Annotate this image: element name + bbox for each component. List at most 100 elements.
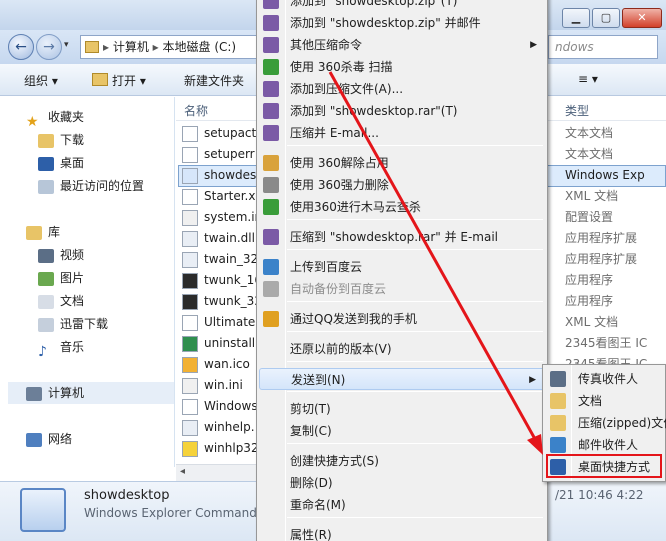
context-menu-item[interactable]: 剪切(T) bbox=[259, 398, 545, 420]
context-menu-item[interactable]: 复制(C) bbox=[259, 420, 545, 442]
column-name[interactable]: 名称 bbox=[184, 102, 208, 119]
scroll-left-icon[interactable]: ◂ bbox=[180, 466, 185, 477]
context-menu-item[interactable]: 压缩并 E-mail... bbox=[259, 122, 545, 144]
nav-favorites[interactable]: ★ 收藏夹 bbox=[26, 106, 84, 130]
context-menu-item[interactable]: 删除(D) bbox=[259, 472, 545, 494]
maximize-button[interactable]: ▢ bbox=[592, 8, 620, 28]
context-menu-item[interactable]: 添加到 "showdesktop.zip"(T) bbox=[259, 0, 545, 12]
menu-item-label: 添加到 "showdesktop.zip" 并邮件 bbox=[290, 16, 481, 30]
nav-desktop[interactable]: 桌面 bbox=[38, 152, 84, 174]
file-row[interactable]: win.ini bbox=[182, 375, 243, 396]
menu-separator bbox=[287, 361, 543, 362]
sendto-item-icon bbox=[550, 415, 566, 431]
sendto-item[interactable]: 压缩(zipped)文件 bbox=[545, 412, 666, 434]
sendto-item[interactable]: 传真收件人 bbox=[545, 368, 666, 390]
context-menu-item[interactable]: 发送到(N) ▶ bbox=[259, 368, 545, 390]
context-menu-item[interactable]: 添加到 "showdesktop.zip" 并邮件 bbox=[259, 12, 545, 34]
nav-thunder[interactable]: 迅雷下载 bbox=[38, 313, 108, 335]
menu-item-icon bbox=[263, 15, 279, 31]
file-row[interactable]: twunk_16 bbox=[182, 270, 262, 291]
sendto-item-label: 传真收件人 bbox=[578, 372, 639, 386]
context-menu-item[interactable]: 添加到 "showdesktop.rar"(T) bbox=[259, 100, 545, 122]
forward-button[interactable]: → bbox=[36, 34, 62, 60]
file-row[interactable]: showdes bbox=[182, 165, 256, 186]
libraries-icon bbox=[26, 225, 42, 240]
nav-label: 音乐 bbox=[60, 340, 85, 354]
file-row[interactable]: system.in bbox=[182, 207, 262, 228]
context-menu-item[interactable]: 还原以前的版本(V) bbox=[259, 338, 545, 360]
breadcrumb-drive[interactable]: 本地磁盘 (C:) bbox=[163, 40, 237, 54]
menu-item-icon bbox=[263, 177, 279, 193]
context-menu-item[interactable]: 压缩到 "showdesktop.rar" 并 E-mail bbox=[259, 226, 545, 248]
new-folder-button[interactable]: 新建文件夹 bbox=[184, 72, 244, 89]
address-bar[interactable]: ▸ 计算机 ▸ 本地磁盘 (C:) bbox=[80, 35, 270, 59]
pictures-icon bbox=[38, 271, 54, 286]
file-type: 应用程序 bbox=[565, 294, 614, 308]
nav-downloads[interactable]: 下载 bbox=[38, 129, 84, 151]
file-icon bbox=[182, 167, 198, 184]
nav-documents[interactable]: 文档 bbox=[38, 290, 84, 312]
recent-pages-icon[interactable]: ▾ bbox=[64, 40, 69, 50]
views-button[interactable]: ≡ ▾ bbox=[578, 72, 598, 86]
file-row[interactable]: uninstall. bbox=[182, 333, 259, 354]
organize-button[interactable]: 组织 ▾ bbox=[24, 72, 58, 89]
menu-separator bbox=[287, 301, 543, 302]
file-row[interactable]: Starter.x bbox=[182, 186, 255, 207]
open-button[interactable]: 打开 ▾ bbox=[112, 72, 146, 89]
menu-item-icon bbox=[263, 155, 279, 171]
context-menu-item[interactable]: 使用 360杀毒 扫描 bbox=[259, 56, 545, 78]
file-icon bbox=[182, 335, 198, 352]
nav-pictures[interactable]: 图片 bbox=[38, 267, 84, 289]
file-row[interactable]: setupact bbox=[182, 123, 256, 144]
file-row[interactable]: Windows bbox=[182, 396, 258, 417]
menu-item-icon bbox=[263, 281, 279, 297]
context-menu-item[interactable]: 添加到压缩文件(A)... bbox=[259, 78, 545, 100]
context-menu-item[interactable]: 重命名(M) bbox=[259, 494, 545, 516]
menu-item-label: 使用 360解除占用 bbox=[290, 156, 389, 170]
context-menu-item[interactable]: 属性(R) bbox=[259, 524, 545, 541]
nav-libraries[interactable]: 库 bbox=[26, 221, 60, 243]
menu-separator bbox=[287, 219, 543, 220]
file-row[interactable]: Ultimate bbox=[182, 312, 255, 333]
menu-item-label: 通过QQ发送到我的手机 bbox=[290, 312, 417, 326]
column-type[interactable]: 类型 bbox=[565, 102, 589, 119]
nav-music[interactable]: ♪ 音乐 bbox=[38, 336, 85, 360]
file-row[interactable]: twunk_32 bbox=[182, 291, 262, 312]
file-row[interactable]: twain_32 bbox=[182, 249, 258, 270]
nav-network[interactable]: 网络 bbox=[26, 428, 72, 450]
minimize-button[interactable]: ▁ bbox=[562, 8, 590, 28]
context-menu-item[interactable]: 使用 360强力删除 bbox=[259, 174, 545, 196]
menu-item-label: 压缩到 "showdesktop.rar" 并 E-mail bbox=[290, 230, 499, 244]
details-description: Windows Explorer Command bbox=[84, 506, 257, 520]
sendto-item-icon bbox=[550, 393, 566, 409]
submenu-arrow-icon: ▶ bbox=[530, 40, 537, 50]
nav-recent[interactable]: 最近访问的位置 bbox=[38, 175, 144, 197]
context-menu-item[interactable]: 自动备份到百度云 bbox=[259, 278, 545, 300]
breadcrumb-computer[interactable]: 计算机 bbox=[113, 40, 149, 54]
file-row[interactable]: twain.dll bbox=[182, 228, 255, 249]
file-name: Windows bbox=[204, 399, 258, 413]
file-row[interactable]: winhlp32 bbox=[182, 438, 259, 459]
menu-item-label: 使用 360杀毒 扫描 bbox=[290, 60, 393, 74]
file-row[interactable]: wan.ico bbox=[182, 354, 250, 375]
nav-videos[interactable]: 视频 bbox=[38, 244, 84, 266]
back-button[interactable]: ← bbox=[8, 34, 34, 60]
context-menu-item[interactable]: 使用 360解除占用 bbox=[259, 152, 545, 174]
file-row[interactable]: winhelp. bbox=[182, 417, 255, 438]
context-menu-item[interactable]: 上传到百度云 bbox=[259, 256, 545, 278]
context-menu-item[interactable]: 其他压缩命令 ▶ bbox=[259, 34, 545, 56]
file-name: twain.dll bbox=[204, 231, 255, 245]
close-button[interactable]: ✕ bbox=[622, 8, 662, 28]
context-menu-item[interactable]: 创建快捷方式(S) bbox=[259, 450, 545, 472]
menu-separator bbox=[287, 331, 543, 332]
menu-item-label: 添加到 "showdesktop.zip"(T) bbox=[290, 0, 458, 8]
sendto-item[interactable]: 文档 bbox=[545, 390, 666, 412]
context-menu-item[interactable]: 使用360进行木马云查杀 bbox=[259, 196, 545, 218]
menu-item-label: 添加到压缩文件(A)... bbox=[290, 82, 404, 96]
file-row[interactable]: setuperr bbox=[182, 144, 255, 165]
sendto-item[interactable]: 邮件收件人 bbox=[545, 434, 666, 456]
search-input[interactable]: ndows bbox=[548, 35, 658, 59]
nav-computer[interactable]: 计算机 bbox=[8, 382, 174, 404]
context-menu-item[interactable]: 通过QQ发送到我的手机 bbox=[259, 308, 545, 330]
file-icon bbox=[182, 125, 198, 142]
